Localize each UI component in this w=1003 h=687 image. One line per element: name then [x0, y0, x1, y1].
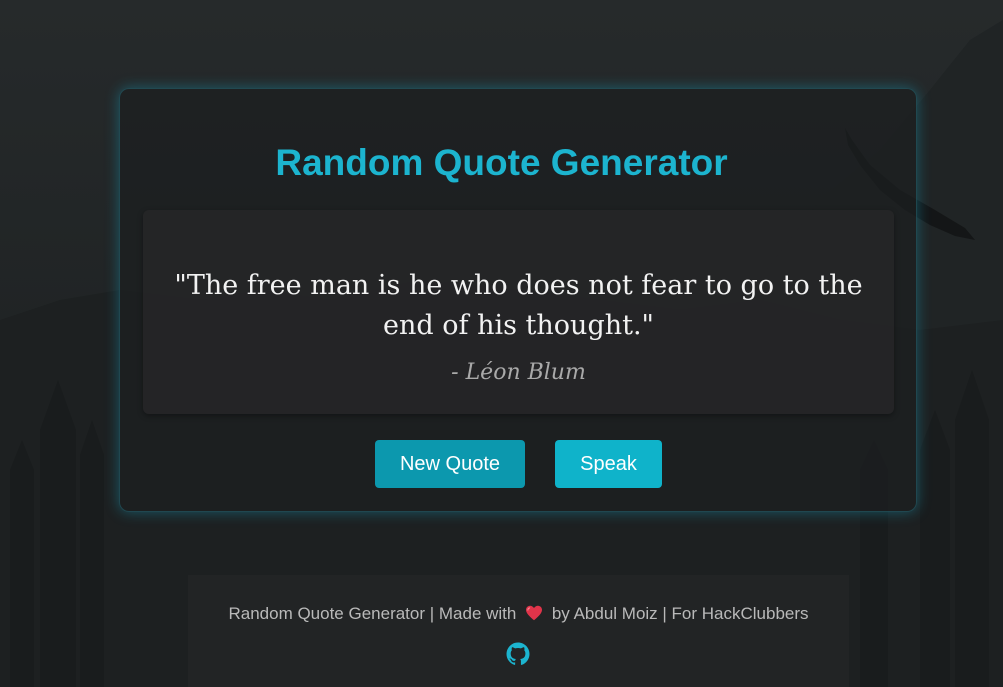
footer-text-end: by Abdul Moiz | For HackClubbers — [551, 604, 809, 623]
quote-text: "The free man is he who does not fear to… — [174, 270, 863, 341]
github-icon[interactable] — [506, 642, 530, 666]
new-quote-button[interactable]: New Quote — [375, 440, 525, 488]
footer-credits: Random Quote Generator | Made with by Ab… — [188, 604, 849, 626]
footer — [188, 575, 849, 687]
heart-icon — [525, 605, 543, 626]
speak-button[interactable]: Speak — [555, 440, 662, 488]
footer-text-start: Random Quote Generator | Made with — [228, 604, 517, 623]
page-title: Random Quote Generator — [275, 142, 728, 183]
quote-author: - Léon Blum — [451, 360, 586, 385]
